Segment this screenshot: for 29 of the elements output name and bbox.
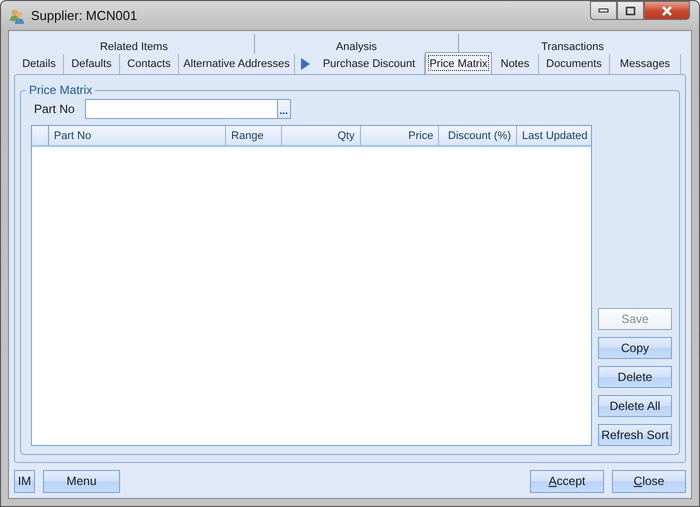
close-dialog-button[interactable]: Close <box>612 470 686 492</box>
tab[interactable]: Price Matrix <box>425 52 492 74</box>
action-button[interactable]: Delete <box>598 366 672 388</box>
maximize-button[interactable] <box>617 1 644 20</box>
people-icon <box>9 8 25 24</box>
column-header[interactable]: Discount (%) <box>438 126 516 145</box>
maximize-icon <box>625 6 636 16</box>
window-title: Supplier: MCN001 <box>31 8 138 23</box>
close-button[interactable] <box>644 1 690 20</box>
column-header[interactable]: Qty <box>280 126 360 145</box>
group-title: Price Matrix <box>28 83 94 97</box>
field-label: Part No <box>34 102 75 116</box>
play-arrow-icon <box>301 58 310 70</box>
action-button[interactable]: Delete All <box>598 395 672 417</box>
minimize-icon <box>598 8 609 13</box>
minimize-button[interactable] <box>590 1 617 20</box>
close-icon <box>661 6 673 16</box>
part-no-field[interactable]: ... <box>84 99 291 119</box>
action-button[interactable]: Copy <box>598 337 672 359</box>
action-button[interactable]: Refresh Sort <box>598 424 672 446</box>
im-button[interactable]: IM <box>14 470 35 492</box>
browse-button[interactable]: ... <box>276 100 290 118</box>
column-header[interactable]: Last Updated <box>516 126 591 145</box>
menu-button[interactable]: Menu <box>43 470 120 492</box>
column-header[interactable]: Range <box>225 126 281 145</box>
tab[interactable]: Related Items <box>14 34 254 54</box>
accept-button[interactable]: Accept <box>530 470 604 492</box>
column-header[interactable]: Price <box>360 126 438 145</box>
column-header[interactable]: Part No <box>48 126 226 145</box>
